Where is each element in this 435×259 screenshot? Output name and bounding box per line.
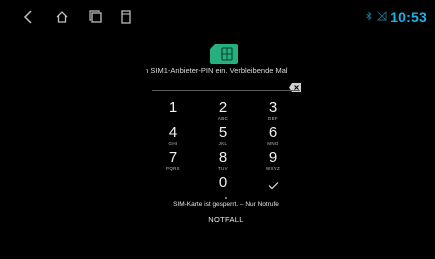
recents-icon[interactable] (86, 8, 106, 26)
key-letters: GHI (168, 141, 178, 146)
key-3[interactable]: 3 DEF (258, 100, 288, 126)
enter-key[interactable] (258, 175, 288, 201)
key-digit: 0 (218, 174, 228, 191)
key-4[interactable]: 4 GHI (158, 125, 188, 151)
key-digit: 8 (218, 149, 228, 166)
home-icon[interactable] (52, 8, 72, 26)
pin-entry-field[interactable] (152, 90, 300, 91)
key-letters: ABC (217, 116, 229, 121)
signal-off-icon (377, 8, 387, 26)
emergency-call-button[interactable]: NOTFALL (196, 215, 256, 224)
key-0-plus-indicator (225, 197, 227, 199)
key-5[interactable]: 5 JKL (208, 125, 238, 151)
key-digit: 9 (268, 149, 278, 166)
back-icon[interactable] (18, 8, 38, 26)
key-letters: PQRS (166, 166, 180, 171)
key-2[interactable]: 2 ABC (208, 100, 238, 126)
key-letters: JKL (218, 141, 228, 146)
clock: 10:53 (390, 9, 427, 25)
lock-screen: 10:53 en SIM1-Anbieter-PIN ein. Verbleib… (4, 4, 431, 255)
sim-locked-message: SIM-Karte ist gesperrt. – Nur Notrufe (173, 201, 279, 208)
key-1[interactable]: 1 (158, 100, 188, 126)
key-digit: 6 (268, 124, 278, 141)
key-8[interactable]: 8 TUV (208, 150, 238, 176)
key-digit: 4 (168, 124, 178, 141)
key-letters: MNO (267, 141, 279, 146)
key-digit: 1 (168, 99, 178, 116)
pin-prompt-text: en SIM1-Anbieter-PIN ein. Verbleibende M… (146, 66, 288, 75)
checkmark-icon (268, 177, 279, 194)
key-letters: WXYZ (265, 166, 281, 171)
pin-prompt: en SIM1-Anbieter-PIN ein. Verbleibende M… (146, 64, 302, 78)
key-0[interactable]: 0 (208, 175, 238, 201)
key-digit: 2 (218, 99, 228, 116)
key-digit: 7 (168, 149, 178, 166)
key-letters: TUV (218, 166, 228, 171)
key-digit: 5 (218, 124, 228, 141)
bluetooth-icon (364, 8, 374, 26)
status-indicators: 10:53 (364, 6, 427, 28)
key-7[interactable]: 7 PQRS (158, 150, 188, 176)
backspace-icon[interactable] (289, 79, 301, 92)
key-digit: 3 (268, 99, 278, 116)
status-bar: 10:53 (4, 4, 431, 30)
key-9[interactable]: 9 WXYZ (258, 150, 288, 176)
key-letters: DEF (268, 116, 278, 121)
sim-card-icon (210, 44, 238, 64)
sd-card-icon[interactable] (116, 8, 136, 26)
key-6[interactable]: 6 MNO (258, 125, 288, 151)
